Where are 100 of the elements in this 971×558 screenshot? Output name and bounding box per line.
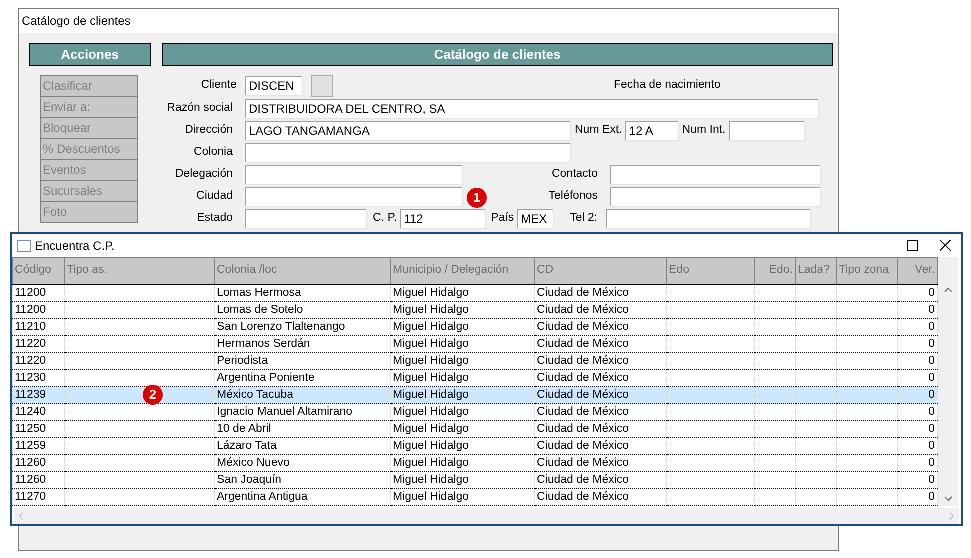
window-title: Encuentra C.P. (35, 238, 115, 254)
table-row[interactable]: 11270 Argentina Antigua Miguel Hidalgo Ciudad de México 0 (12, 488, 938, 506)
ext-number-field[interactable]: 12 A (625, 121, 680, 141)
maximize-icon[interactable] (907, 240, 918, 251)
table-cell: Miguel Hidalgo (393, 440, 470, 452)
table-cell: 11220 (15, 354, 46, 366)
table-cell: Ciudad de México (537, 406, 630, 418)
table-cell: Hermanos Serdán (217, 338, 310, 350)
window-icon (17, 240, 31, 252)
table-cell: Miguel Hidalgo (393, 286, 470, 298)
neighborhood-field[interactable] (245, 143, 571, 163)
table-row[interactable]: 11220 Periodista Miguel Hidalgo Ciudad de México 0 (12, 352, 938, 370)
table-cell: 11230 (15, 372, 46, 384)
actions-header: Acciones (29, 43, 151, 66)
table-cell: 11210 (15, 320, 46, 332)
borough-field[interactable] (245, 165, 463, 185)
client-field[interactable]: DISCEN (245, 76, 303, 96)
table-cell: Miguel Hidalgo (393, 372, 470, 384)
contact-field[interactable] (610, 165, 821, 185)
table-cell: Ciudad de México (537, 320, 630, 332)
scroll-right-icon[interactable] (949, 512, 955, 520)
table-row[interactable]: 11259 Lázaro Tata Miguel Hidalgo Ciudad de México 0 (12, 438, 938, 454)
table-row[interactable]: 11260 San Joaquín Miguel Hidalgo Ciudad de México 0 (12, 472, 938, 488)
table-cell: Miguel Hidalgo (393, 456, 470, 468)
table-cell: 0 (928, 354, 935, 366)
table-cell: Miguel Hidalgo (393, 422, 470, 434)
table-cell: 0 (928, 388, 935, 400)
table-cell: San Lorenzo Tlaltenango (217, 320, 346, 332)
table-row[interactable]: 11250 10 de Abril Miguel Hidalgo Ciudad de México 0 (12, 420, 938, 438)
table-cell: Ciudad de México (537, 456, 630, 468)
table-row[interactable]: 11200 Lomas Hermosa Miguel Hidalgo Ciudad de México 0 (12, 284, 938, 302)
phone-2-field[interactable] (606, 209, 811, 229)
field-label: Dirección (184, 123, 233, 138)
table-cell: Lomas de Sotelo (217, 304, 304, 316)
table-cell: Miguel Hidalgo (393, 320, 470, 332)
table-cell: 0 (928, 440, 935, 452)
scroll-up-icon[interactable] (944, 287, 952, 293)
phones-field[interactable] (610, 187, 821, 207)
field-label: Ciudad (196, 189, 233, 204)
table-row[interactable]: 11210 San Lorenzo Tlaltenango Miguel Hidalgo Ciudad de México 0 (12, 318, 938, 336)
form-header: Catálogo de clientes (162, 43, 833, 66)
table-cell: 11200 (15, 286, 46, 298)
field-label: Delegación (174, 167, 233, 182)
table-cell: Ciudad de México (537, 354, 630, 366)
table-cell: 11270 (15, 490, 46, 502)
table-cell: Lázaro Tata (217, 440, 277, 452)
table-cell: 0 (928, 286, 935, 298)
table-cell: 11250 (15, 422, 46, 434)
close-icon[interactable] (940, 240, 951, 251)
table-cell: 0 (928, 474, 935, 486)
table-row[interactable]: 11260 México Nuevo Miguel Hidalgo Ciudad de México 0 (12, 454, 938, 472)
table-cell: 0 (928, 490, 935, 502)
table-cell: Miguel Hidalgo (393, 354, 470, 366)
table-cell: 11259 (15, 440, 46, 452)
table-cell: Ciudad de México (537, 490, 630, 502)
table-cell: Miguel Hidalgo (393, 304, 470, 316)
field-label: Teléfonos (548, 189, 598, 204)
table-cell: 0 (928, 422, 935, 434)
business-name-field[interactable]: DISTRIBUIDORA DEL CENTRO, SA (245, 99, 819, 119)
table-row[interactable]: 11230 Argentina Poniente Miguel Hidalgo Ciudad de México 0 (12, 370, 938, 386)
table-cell: San Joaquín (217, 474, 282, 486)
table-cell: Argentina Antigua (217, 490, 308, 502)
int-number-field[interactable] (728, 121, 805, 141)
table-cell: Ciudad de México (537, 422, 630, 434)
table-cell: Miguel Hidalgo (393, 338, 470, 350)
country-field[interactable]: MEX (517, 209, 554, 229)
address-field[interactable]: LAGO TANGAMANGA (245, 121, 571, 141)
field-label: Num Ext. (575, 123, 622, 138)
table-cell: Argentina Poniente (217, 372, 315, 384)
table-cell: 0 (928, 320, 935, 332)
city-field[interactable] (245, 187, 463, 207)
table-cell: Periodista (217, 354, 268, 366)
field-label: Num Int. (682, 123, 726, 138)
table-cell: 11260 (15, 474, 46, 486)
field-label: Tel 2: (570, 211, 598, 226)
table-cell: México Nuevo (217, 456, 290, 468)
table-cell: Ciudad de México (537, 338, 630, 350)
field-label: Estado (196, 211, 233, 226)
table-row[interactable]: 11200 Lomas de Sotelo Miguel Hidalgo Ciudad de México 0 (12, 302, 938, 318)
scroll-down-icon[interactable] (944, 496, 952, 502)
postal-code-field[interactable]: 112 (400, 209, 486, 229)
field-label: Contacto (550, 167, 598, 182)
table-cell: Ciudad de México (537, 372, 630, 384)
vertical-scrollbar[interactable] (938, 257, 958, 506)
table-cell: Ciudad de México (537, 388, 630, 400)
table-cell: 0 (928, 456, 935, 468)
field-label: Cliente (200, 78, 237, 94)
state-field[interactable] (245, 209, 367, 229)
table-cell: Miguel Hidalgo (393, 388, 470, 400)
table-row[interactable]: 11220 Hermanos Serdán Miguel Hidalgo Ciudad de México 0 (12, 336, 938, 352)
table-cell: México Tacuba (217, 388, 294, 400)
table-cell: Ciudad de México (537, 440, 630, 452)
table-cell: 0 (928, 406, 935, 418)
lookup-button[interactable] (311, 75, 333, 97)
table-cell: Miguel Hidalgo (393, 406, 470, 418)
table-cell: Ciudad de México (537, 304, 630, 316)
window-title: Catálogo de clientes (22, 13, 131, 30)
horizontal-scrollbar[interactable] (14, 508, 959, 524)
scroll-left-icon[interactable] (18, 512, 24, 520)
table-row[interactable]: 11240 Ignacio Manuel Altamirano Miguel Hidalgo Ciudad de México 0 (12, 404, 938, 420)
